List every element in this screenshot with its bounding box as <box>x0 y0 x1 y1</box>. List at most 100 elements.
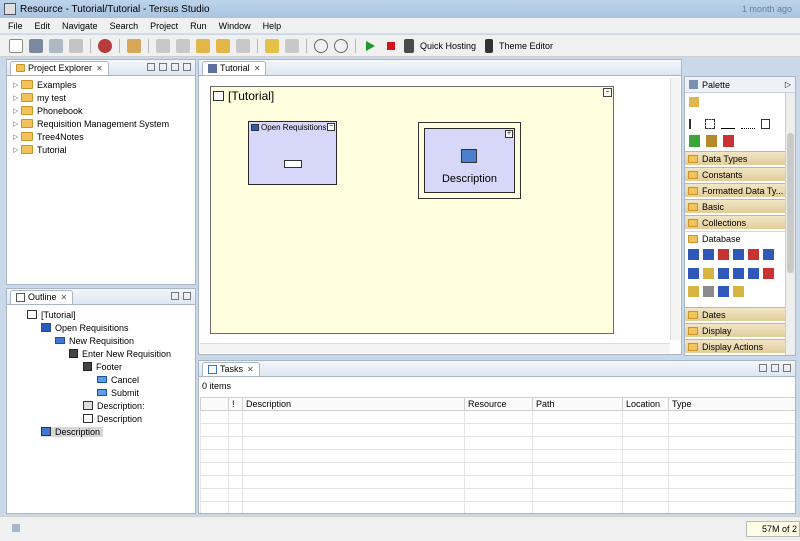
undo-icon[interactable] <box>265 38 279 53</box>
menu-navigate[interactable]: Navigate <box>56 21 104 31</box>
close-icon[interactable]: ✕ <box>96 64 103 73</box>
note-icon[interactable] <box>761 119 770 129</box>
palette-database[interactable]: Database <box>685 231 785 245</box>
db-tool-icon[interactable] <box>733 267 744 279</box>
forward-icon[interactable] <box>236 38 250 53</box>
flow-arrow-icon[interactable] <box>721 119 735 129</box>
db-tool-icon[interactable] <box>718 286 729 298</box>
db-tool-icon[interactable] <box>703 286 714 298</box>
menu-project[interactable]: Project <box>144 21 184 31</box>
palette-collapse-icon[interactable]: ▷ <box>785 80 791 89</box>
column-header-check[interactable] <box>200 397 229 411</box>
tab-tutorial[interactable]: Tutorial ✕ <box>202 60 267 75</box>
db-tool-icon[interactable] <box>688 267 699 279</box>
palette-constants[interactable]: Constants <box>685 167 785 181</box>
collapse-box-icon[interactable]: − <box>327 123 335 131</box>
expand-arrow-icon[interactable]: ▷ <box>13 133 21 141</box>
last-edit-icon[interactable] <box>196 38 210 53</box>
pin-icon[interactable] <box>689 97 699 107</box>
back-icon[interactable] <box>216 38 230 53</box>
db-tool-icon[interactable] <box>748 267 759 279</box>
menu-run[interactable]: Run <box>184 21 213 31</box>
close-icon[interactable]: ✕ <box>247 365 254 374</box>
menu-help[interactable]: Help <box>257 21 288 31</box>
stop-icon[interactable] <box>387 41 395 50</box>
outline-item[interactable]: Enter New Requisition <box>7 347 195 360</box>
db-tool-icon[interactable] <box>748 249 759 260</box>
db-tool-icon[interactable] <box>763 249 774 260</box>
expand-arrow-icon[interactable]: ▷ <box>13 146 21 154</box>
close-icon[interactable]: ✕ <box>61 293 68 302</box>
tab-outline[interactable]: Outline ✕ <box>10 289 74 304</box>
outline-item-selected[interactable]: Description <box>7 425 195 438</box>
menu-file[interactable]: File <box>2 21 29 31</box>
db-tool-icon[interactable] <box>718 267 729 279</box>
palette-basic[interactable]: Basic <box>685 199 785 213</box>
close-icon[interactable]: ✕ <box>254 64 261 73</box>
expand-arrow-icon[interactable]: ▷ <box>13 120 21 128</box>
tree-item-requisition-management-system[interactable]: ▷ Requisition Management System <box>13 117 195 130</box>
maximize-icon[interactable] <box>183 292 191 300</box>
quick-hosting-icon[interactable] <box>404 38 414 53</box>
tree-item-my-test[interactable]: ▷ my test <box>13 91 195 104</box>
outline-item[interactable]: Cancel <box>7 373 195 386</box>
link-editor-icon[interactable] <box>159 63 167 71</box>
view-menu-icon[interactable] <box>759 364 767 372</box>
palette-scroll-thumb[interactable] <box>787 133 794 273</box>
minimize-icon[interactable] <box>771 364 779 372</box>
model-canvas[interactable]: [Tutorial] − Open Requisitions − + Descr… <box>210 86 614 334</box>
column-header-priority[interactable]: ! <box>228 397 243 411</box>
theme-editor-icon[interactable] <box>485 38 494 53</box>
collapse-canvas-icon[interactable]: − <box>603 88 612 97</box>
db-tool-icon[interactable] <box>733 286 744 298</box>
error-exit-icon[interactable] <box>723 135 734 147</box>
outline-item[interactable]: Footer <box>7 360 195 373</box>
run-icon[interactable] <box>366 40 375 51</box>
memory-indicator[interactable]: 57M of 2 <box>746 521 800 537</box>
db-tool-icon[interactable] <box>718 249 729 260</box>
db-tool-icon[interactable] <box>688 249 699 260</box>
new-icon[interactable] <box>9 38 23 53</box>
outline-item[interactable]: Submit <box>7 386 195 399</box>
palette-data-types[interactable]: Data Types <box>685 151 785 165</box>
minimize-icon[interactable] <box>171 292 179 300</box>
palette-scrollbar[interactable] <box>785 93 795 355</box>
outline-item[interactable]: New Requisition <box>7 334 195 347</box>
menu-edit[interactable]: Edit <box>29 21 57 31</box>
previous-annotation-icon[interactable] <box>176 38 190 53</box>
expand-arrow-icon[interactable]: ▷ <box>13 94 21 102</box>
menu-search[interactable]: Search <box>104 21 145 31</box>
trigger-icon[interactable] <box>689 135 700 147</box>
save-icon[interactable] <box>29 38 43 53</box>
outline-item[interactable]: Description: <box>7 399 195 412</box>
horizontal-scrollbar[interactable] <box>200 343 670 353</box>
outline-item[interactable]: [Tutorial] <box>7 308 195 321</box>
next-annotation-icon[interactable] <box>156 38 170 53</box>
expand-box-icon[interactable]: + <box>505 130 513 138</box>
search-icon[interactable] <box>98 38 112 53</box>
save-all-icon[interactable] <box>49 38 63 53</box>
tab-tasks[interactable]: Tasks ✕ <box>202 361 260 376</box>
db-tool-icon[interactable] <box>703 249 714 260</box>
open-requisitions-box[interactable]: Open Requisitions − <box>248 121 337 185</box>
tree-item-examples[interactable]: ▷ Examples <box>13 78 195 91</box>
palette-display-actions[interactable]: Display Actions <box>685 339 785 353</box>
db-tool-icon[interactable] <box>703 267 714 279</box>
theme-editor-button[interactable]: Theme Editor <box>499 41 553 51</box>
tree-item-phonebook[interactable]: ▷ Phonebook <box>13 104 195 117</box>
tree-item-tree4notes[interactable]: ▷ Tree4Notes <box>13 130 195 143</box>
exit-icon[interactable] <box>706 135 717 147</box>
tree-item-tutorial[interactable]: ▷ Tutorial <box>13 143 195 156</box>
minimize-icon[interactable] <box>171 63 179 71</box>
maximize-icon[interactable] <box>183 63 191 71</box>
dotted-arrow-icon[interactable] <box>741 119 755 129</box>
outline-item[interactable]: Open Requisitions <box>7 321 195 334</box>
pin-icon[interactable] <box>127 38 141 53</box>
column-header-path[interactable]: Path <box>532 397 623 411</box>
quick-hosting-button[interactable]: Quick Hosting <box>420 41 476 51</box>
select-tool-icon[interactable] <box>689 119 699 129</box>
zoom-out-icon[interactable] <box>334 38 348 53</box>
column-header-type[interactable]: Type <box>668 397 795 411</box>
column-header-location[interactable]: Location <box>622 397 669 411</box>
column-header-resource[interactable]: Resource <box>464 397 533 411</box>
